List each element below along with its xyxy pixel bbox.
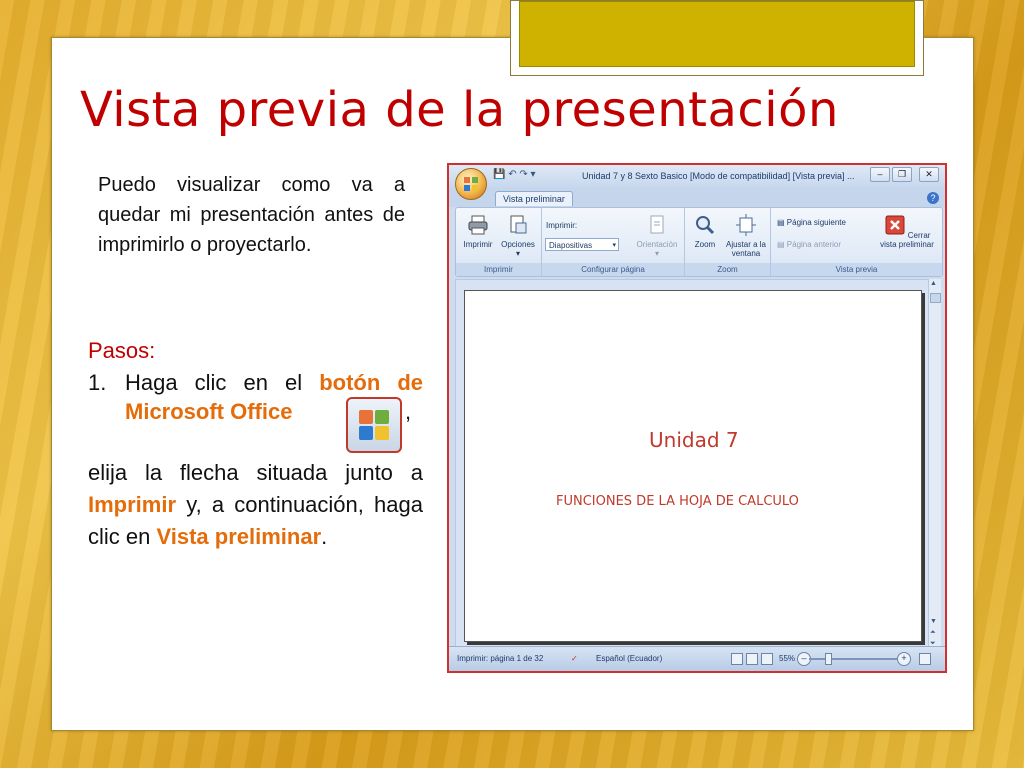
window-title: Unidad 7 y 8 Sexto Basico [Modo de compa…: [582, 171, 855, 181]
chevron-down-icon: ▾: [612, 242, 616, 249]
group-configurar-pagina: Imprimir: Diapositivas ▾ Orientación ▾ Co…: [542, 208, 685, 276]
previous-page-icon: ▤: [777, 240, 787, 249]
orientation-icon: [650, 215, 664, 234]
group-imprimir: Imprimir Opciones ▾ Imprimir: [456, 208, 542, 276]
status-page: Imprimir: página 1 de 32: [457, 654, 544, 663]
magnifier-icon: [696, 216, 715, 235]
group-label-vista-previa: Vista previa: [771, 263, 942, 276]
preview-workspace: Unidad 7 FUNCIONES DE LA HOJA DE CALCULO: [455, 279, 931, 649]
pagina-anterior-label: Página anterior: [786, 240, 842, 249]
ajustar-ventana-button[interactable]: Ajustar a la ventana: [723, 214, 769, 258]
fit-slide-icon[interactable]: [919, 653, 931, 665]
group-label-imprimir: Imprimir: [456, 263, 541, 276]
minimize-button[interactable]: –: [870, 167, 890, 182]
orientacion-button[interactable]: Orientación ▾: [632, 214, 682, 258]
page-subtitle: FUNCIONES DE LA HOJA DE CALCULO: [556, 494, 799, 509]
ribbon: Imprimir Opciones ▾ Imprimir Imprimir: Di…: [455, 207, 943, 277]
comma: ,: [405, 399, 412, 424]
imprimir-button-label: Imprimir: [463, 240, 493, 249]
status-zoom: 55%: [779, 654, 796, 663]
options-icon: [510, 215, 527, 234]
scroll-down-icon[interactable]: ▼: [930, 618, 937, 625]
imprimir-select-label: Imprimir:: [546, 221, 578, 230]
instructions-paragraph: elija la flecha situada junto a Imprimir…: [88, 457, 423, 553]
step-number: 1.: [88, 370, 107, 395]
zoom-slider[interactable]: [809, 658, 897, 660]
steps-heading: Pasos:: [88, 338, 156, 363]
decorative-accent-fill: [519, 1, 915, 67]
status-bar: Imprimir: página 1 de 32 ✓ Español (Ecua…: [449, 646, 945, 671]
zoom-slider-thumb[interactable]: [825, 653, 832, 665]
zoom-button-label: Zoom: [694, 240, 716, 249]
close-preview-icon: [885, 215, 905, 235]
status-language[interactable]: Español (Ecuador): [596, 654, 662, 663]
pagina-siguiente-label: Página siguiente: [786, 218, 846, 227]
spellcheck-icon[interactable]: ✓: [571, 654, 578, 663]
office-button-icon: [346, 397, 402, 453]
opciones-button-label: Opciones: [501, 240, 535, 249]
orientacion-button-label: Orientación: [636, 240, 678, 249]
help-icon[interactable]: ?: [927, 192, 939, 204]
step-1-prefix: Haga clic en el: [125, 370, 303, 395]
scroll-up-icon[interactable]: ▲: [930, 280, 937, 287]
fit-window-icon: [736, 214, 756, 236]
normal-view-icon[interactable]: [731, 653, 743, 665]
group-label-zoom: Zoom: [685, 263, 770, 276]
zoom-button[interactable]: Zoom: [689, 214, 721, 249]
instructions-text-1: elija la flecha situada junto a: [88, 460, 423, 485]
vertical-scrollbar[interactable]: ▲ ▼ ⏶ ⏷: [928, 279, 941, 649]
cerrar-vista-preliminar-button[interactable]: Cerrar vista preliminar: [879, 214, 935, 249]
zoom-in-icon[interactable]: +: [897, 652, 911, 666]
group-zoom: Zoom Ajustar a la ventana Zoom: [685, 208, 771, 276]
next-page-icon: ▤: [777, 218, 787, 227]
preview-page: Unidad 7 FUNCIONES DE LA HOJA DE CALCULO: [464, 290, 922, 642]
scroll-thumb[interactable]: [930, 293, 941, 303]
tab-vista-preliminar[interactable]: Vista preliminar: [495, 191, 573, 206]
restore-button[interactable]: ❐: [892, 167, 912, 182]
imprimir-select[interactable]: Diapositivas ▾: [545, 238, 619, 251]
group-label-configurar: Configurar página: [542, 263, 684, 276]
close-window-button[interactable]: ✕: [919, 167, 939, 182]
page-title: Unidad 7: [649, 428, 739, 452]
ribbon-tab-row: Vista preliminar ?: [449, 189, 945, 207]
quick-access-toolbar[interactable]: 💾 ↶ ↷ ▾: [493, 169, 536, 180]
print-preview-screenshot: 💾 ↶ ↷ ▾ Unidad 7 y 8 Sexto Basico [Modo …: [447, 163, 947, 673]
group-vista-previa: ▤ Página siguiente ▤ Página anterior Cer…: [771, 208, 942, 276]
pagina-siguiente-button[interactable]: ▤ Página siguiente: [777, 218, 846, 227]
imprimir-reference: Imprimir: [88, 492, 177, 517]
window-titlebar: 💾 ↶ ↷ ▾ Unidad 7 y 8 Sexto Basico [Modo …: [449, 165, 945, 189]
imprimir-select-value: Diapositivas: [549, 241, 593, 250]
printer-icon: [468, 215, 488, 235]
slide-sorter-icon[interactable]: [746, 653, 758, 665]
slideshow-icon[interactable]: [761, 653, 773, 665]
pagina-anterior-button[interactable]: ▤ Página anterior: [777, 240, 841, 249]
vista-preliminar-reference: Vista preliminar: [156, 524, 322, 549]
opciones-button[interactable]: Opciones ▾: [498, 214, 538, 258]
office-orb-button[interactable]: [455, 168, 487, 200]
imprimir-button[interactable]: Imprimir: [460, 214, 496, 249]
instructions-text-3: .: [321, 524, 328, 549]
slide-title: Vista previa de la presentación: [80, 82, 839, 138]
intro-paragraph: Puedo visualizar como va a quedar mi pre…: [98, 174, 405, 256]
ajustar-ventana-label: Ajustar a la ventana: [725, 240, 767, 258]
previous-page-arrows-icon[interactable]: ⏶: [930, 629, 936, 637]
decorative-header-box: [510, 0, 924, 76]
